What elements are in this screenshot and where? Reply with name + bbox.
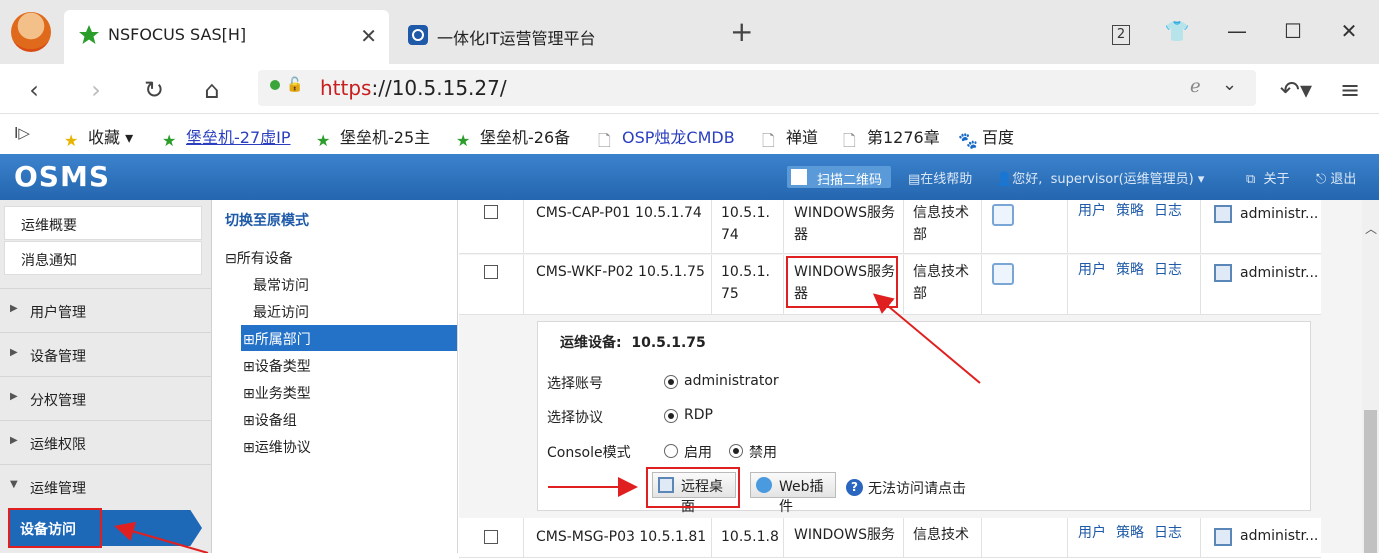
page-scrollbar[interactable]: ︿ xyxy=(1362,200,1379,553)
chevron-up-icon[interactable]: ︿ xyxy=(1365,220,1377,237)
annotation-arrows xyxy=(114,293,981,553)
scrollbar-thumb[interactable] xyxy=(1364,410,1377,553)
